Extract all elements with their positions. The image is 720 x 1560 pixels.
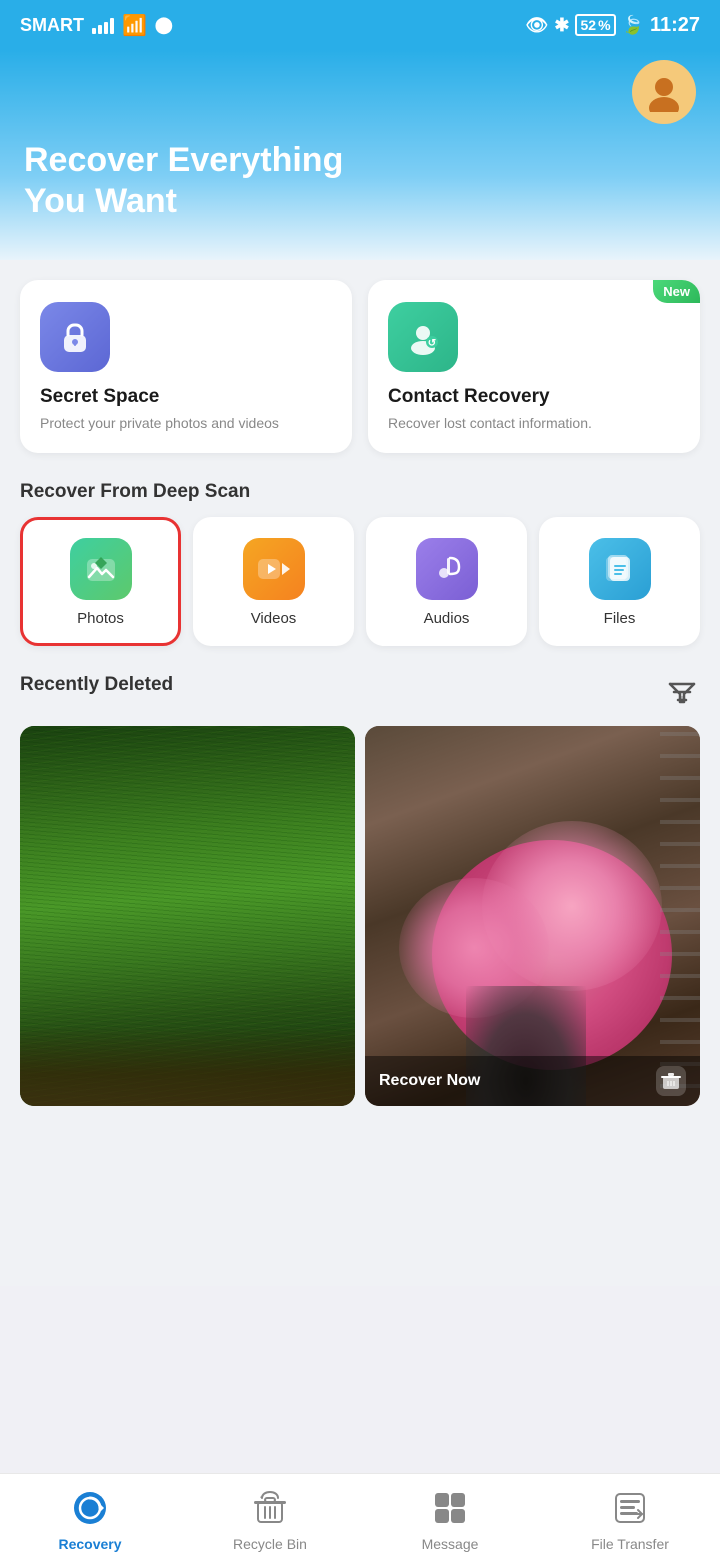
sim-icon: ⬤ [155,15,173,35]
scan-item-videos[interactable]: Videos [193,517,354,646]
audios-icon [416,538,478,600]
recently-deleted-header: Recently Deleted [20,674,700,710]
recover-now-overlay[interactable]: Recover Now [365,1056,700,1106]
scan-item-audios[interactable]: Audios [366,517,527,646]
file-transfer-nav-label: File Transfer [591,1536,669,1552]
files-label: Files [604,610,636,627]
wifi-icon: 📶 [122,13,147,38]
bottom-nav: Recovery Recycle Bin [0,1473,720,1560]
photos-icon [70,538,132,600]
carrier-info: SMART 📶 ⬤ [20,13,173,38]
contact-recovery-card[interactable]: New ↺ Contact Recovery Recover lost cont… [368,280,700,454]
recover-bin-icon [656,1066,686,1096]
files-icon [589,538,651,600]
photo-item-flower[interactable]: Recover Now [365,726,700,1106]
contact-recovery-title: Contact Recovery [388,386,680,408]
carrier-name: SMART [20,15,84,36]
contact-icon: ↺ [388,302,458,372]
new-badge: New [653,280,700,303]
header: Recover EverythingYou Want [0,50,720,260]
message-nav-label: Message [422,1536,479,1552]
deep-scan-grid: Photos Videos Audios [20,517,700,646]
clock: 11:27 [650,14,700,37]
battery-icon: 52% [575,14,615,36]
avatar[interactable] [632,60,696,124]
status-bar: SMART 📶 ⬤ 👁 ✱ 52% 🍃 11:27 [0,0,720,50]
recovery-nav-label: Recovery [58,1536,121,1552]
secret-space-title: Secret Space [40,386,332,408]
status-right: 👁 ✱ 52% 🍃 11:27 [526,14,700,37]
lock-icon [40,302,110,372]
photos-label: Photos [77,610,124,627]
file-transfer-nav-icon [608,1486,652,1530]
recycle-bin-nav-icon [248,1486,292,1530]
scan-item-photos[interactable]: Photos [20,517,181,646]
scan-item-files[interactable]: Files [539,517,700,646]
top-cards: Secret Space Protect your private photos… [20,280,700,454]
nav-item-recovery[interactable]: Recovery [0,1486,180,1552]
secret-space-card[interactable]: Secret Space Protect your private photos… [20,280,352,454]
contact-recovery-desc: Recover lost contact information. [388,414,680,434]
videos-icon [243,538,305,600]
secret-space-desc: Protect your private photos and videos [40,414,332,434]
signal-icon [92,16,114,34]
photo-item-grass[interactable] [20,726,355,1106]
main-content: Secret Space Protect your private photos… [0,260,720,1287]
recovery-nav-icon [68,1486,112,1530]
svg-text:↺: ↺ [428,338,436,349]
eye-icon: 👁 [526,15,549,36]
filter-icon[interactable] [664,674,700,710]
message-nav-icon [428,1486,472,1530]
header-title: Recover EverythingYou Want [24,140,696,222]
recover-now-label: Recover Now [379,1072,480,1090]
recycle-bin-nav-label: Recycle Bin [233,1536,307,1552]
deep-scan-title: Recover From Deep Scan [20,481,700,503]
bluetooth-icon: ✱ [554,15,569,36]
nav-item-recycle-bin[interactable]: Recycle Bin [180,1486,360,1552]
leaf-icon: 🍃 [622,15,644,36]
audios-label: Audios [424,610,470,627]
nav-item-message[interactable]: Message [360,1486,540,1552]
photo-grid: Recover Now [0,726,720,1106]
videos-label: Videos [251,610,297,627]
nav-item-file-transfer[interactable]: File Transfer [540,1486,720,1552]
recently-deleted-title: Recently Deleted [20,674,173,696]
